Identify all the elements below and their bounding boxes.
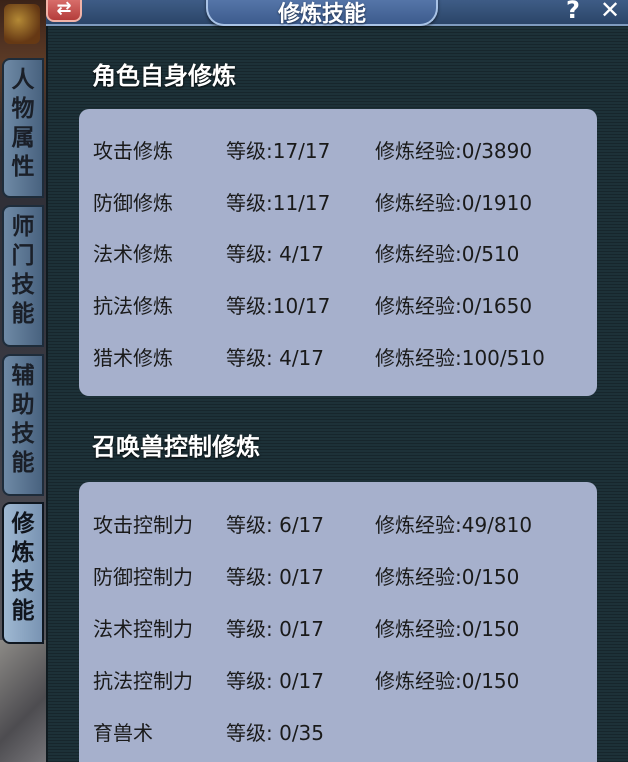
backdrop-scenery <box>0 640 48 762</box>
cultivation-row: 攻击修炼 等级:17/17 修炼经验:0/3890 <box>93 135 593 165</box>
tab-char: 技 <box>11 421 35 447</box>
cultivation-level: 等级: 0/17 <box>226 565 325 589</box>
cultivation-level: 等级: 4/17 <box>226 242 325 266</box>
tab-char: 技 <box>11 272 35 298</box>
window-title: 修炼技能 <box>277 2 366 27</box>
cultivation-exp: 修炼经验:49/810 <box>375 513 533 537</box>
cultivation-exp: 修炼经验:100/510 <box>375 346 545 370</box>
cultivation-row: 育兽术 等级: 0/35 <box>93 717 593 747</box>
cultivation-name: 防御控制力 <box>93 565 193 589</box>
tab-char: 修 <box>11 511 35 537</box>
cultivation-row: 抗法修炼 等级:10/17 修炼经验:0/1650 <box>93 290 593 320</box>
tab-char: 技 <box>11 569 35 595</box>
cultivation-name: 育兽术 <box>93 721 153 745</box>
cultivation-level: 等级:11/17 <box>226 191 331 215</box>
cultivation-row: 防御修炼 等级:11/17 修炼经验:0/1910 <box>93 187 593 217</box>
cultivation-name: 攻击修炼 <box>93 139 173 163</box>
pet-control-cultivation-card: 攻击控制力 等级: 6/17 修炼经验:49/810 防御控制力 等级: 0/1… <box>79 482 597 762</box>
tab-char: 师 <box>11 214 35 240</box>
pet-control-cultivation-heading: 召唤兽控制修炼 <box>92 433 260 461</box>
tab-char: 助 <box>11 392 35 418</box>
cultivation-level: 等级: 0/35 <box>226 721 325 745</box>
cultivation-name: 抗法修炼 <box>93 294 173 318</box>
cultivation-exp: 修炼经验:0/1910 <box>375 191 533 215</box>
cultivation-name: 法术控制力 <box>93 617 193 641</box>
cultivation-exp: 修炼经验:0/3890 <box>375 139 533 163</box>
cultivation-row: 猎术修炼 等级: 4/17 修炼经验:100/510 <box>93 342 593 372</box>
cultivation-exp: 修炼经验:0/150 <box>375 617 520 641</box>
tab-char: 能 <box>11 301 35 327</box>
cultivation-name: 猎术修炼 <box>93 346 173 370</box>
cultivation-row: 防御控制力 等级: 0/17 修炼经验:0/150 <box>93 561 593 591</box>
cultivation-name: 抗法控制力 <box>93 669 193 693</box>
tab-char: 能 <box>11 598 35 624</box>
cultivation-exp: 修炼经验:0/1650 <box>375 294 533 318</box>
cultivation-level: 等级:17/17 <box>226 139 331 163</box>
tab-char: 物 <box>11 96 35 122</box>
tab-char: 炼 <box>11 540 35 566</box>
cultivation-exp: 修炼经验:0/150 <box>375 669 520 693</box>
cultivation-level: 等级: 4/17 <box>226 346 325 370</box>
cultivation-level: 等级: 0/17 <box>226 617 325 641</box>
swap-icon[interactable]: ⇄ <box>46 0 82 22</box>
tab-cultivation-skills[interactable]: 修 炼 技 能 <box>2 502 44 644</box>
cultivation-row: 攻击控制力 等级: 6/17 修炼经验:49/810 <box>93 509 593 539</box>
cultivation-level: 等级: 0/17 <box>226 669 325 693</box>
cultivation-row: 抗法控制力 等级: 0/17 修炼经验:0/150 <box>93 665 593 695</box>
backdrop-ornament <box>4 4 40 44</box>
cultivation-row: 法术修炼 等级: 4/17 修炼经验:0/510 <box>93 238 593 268</box>
cultivation-name: 法术修炼 <box>93 242 173 266</box>
help-button[interactable]: ? <box>560 0 586 24</box>
tab-char: 辅 <box>11 363 35 389</box>
tab-char: 人 <box>11 67 35 93</box>
tab-support-skills[interactable]: 辅 助 技 能 <box>2 354 44 496</box>
cultivation-name: 防御修炼 <box>93 191 173 215</box>
tab-char: 属 <box>11 125 35 151</box>
character-cultivation-card: 攻击修炼 等级:17/17 修炼经验:0/3890 防御修炼 等级:11/17 … <box>79 109 597 396</box>
cultivation-exp: 修炼经验:0/510 <box>375 242 520 266</box>
cultivation-name: 攻击控制力 <box>93 513 193 537</box>
tab-char: 门 <box>11 243 35 269</box>
character-cultivation-heading: 角色自身修炼 <box>92 62 236 90</box>
tab-character-attributes[interactable]: 人 物 属 性 <box>2 58 44 198</box>
close-button[interactable]: ✕ <box>596 0 624 24</box>
cultivation-level: 等级: 6/17 <box>226 513 325 537</box>
tab-char: 能 <box>11 450 35 476</box>
title-plaque: 修炼技能 <box>206 0 438 27</box>
cultivation-row: 法术控制力 等级: 0/17 修炼经验:0/150 <box>93 613 593 643</box>
tab-school-skills[interactable]: 师 门 技 能 <box>2 205 44 347</box>
cultivation-level: 等级:10/17 <box>226 294 331 318</box>
tab-char: 性 <box>11 154 35 180</box>
cultivation-exp: 修炼经验:0/150 <box>375 565 520 589</box>
